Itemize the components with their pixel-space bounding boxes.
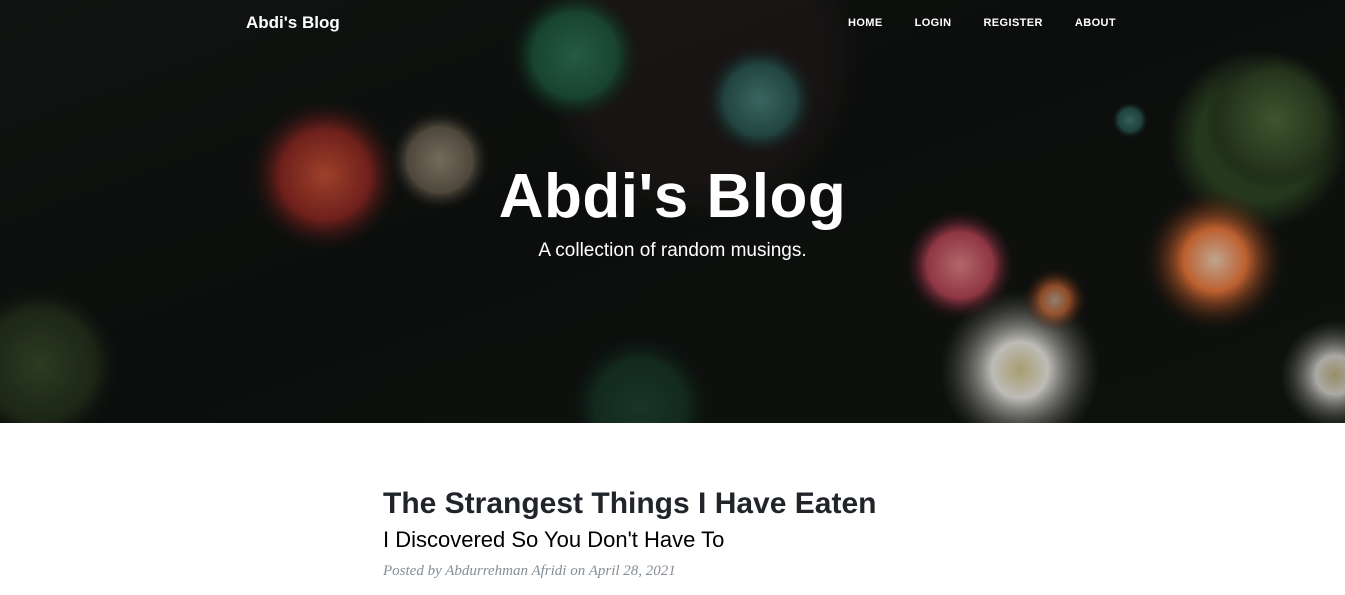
post-meta-on: on xyxy=(570,563,586,579)
nav-login-link[interactable]: LOGIN xyxy=(915,17,952,29)
post-preview: The Strangest Things I Have Eaten I Disc… xyxy=(383,485,1003,595)
post-date: April 28, 2021 xyxy=(588,563,676,579)
masthead: Abdi's Blog HOME LOGIN REGISTER ABOUT Ab… xyxy=(0,0,1345,423)
nav-home-link[interactable]: HOME xyxy=(848,17,883,29)
post-link[interactable]: The Strangest Things I Have Eaten I Disc… xyxy=(383,485,1003,555)
post-title: The Strangest Things I Have Eaten xyxy=(383,487,877,520)
site-heading: Abdi's Blog A collection of random musin… xyxy=(0,160,1345,262)
brand-link[interactable]: Abdi's Blog xyxy=(246,13,340,33)
post-author-link[interactable]: Abdurrehman Afridi xyxy=(445,563,566,579)
hero-title: Abdi's Blog xyxy=(498,162,847,231)
post-meta-prefix: Posted by xyxy=(383,563,442,579)
nav-links: HOME LOGIN REGISTER ABOUT xyxy=(848,17,1148,29)
hero-subtitle: A collection of random musings. xyxy=(538,240,807,261)
post-subtitle: I Discovered So You Don't Have To xyxy=(383,527,725,552)
top-navbar: Abdi's Blog HOME LOGIN REGISTER ABOUT xyxy=(0,0,1345,48)
post-meta: Posted by Abdurrehman Afridi on April 28… xyxy=(383,563,1003,580)
nav-about-link[interactable]: ABOUT xyxy=(1075,17,1116,29)
nav-register-link[interactable]: REGISTER xyxy=(983,17,1042,29)
